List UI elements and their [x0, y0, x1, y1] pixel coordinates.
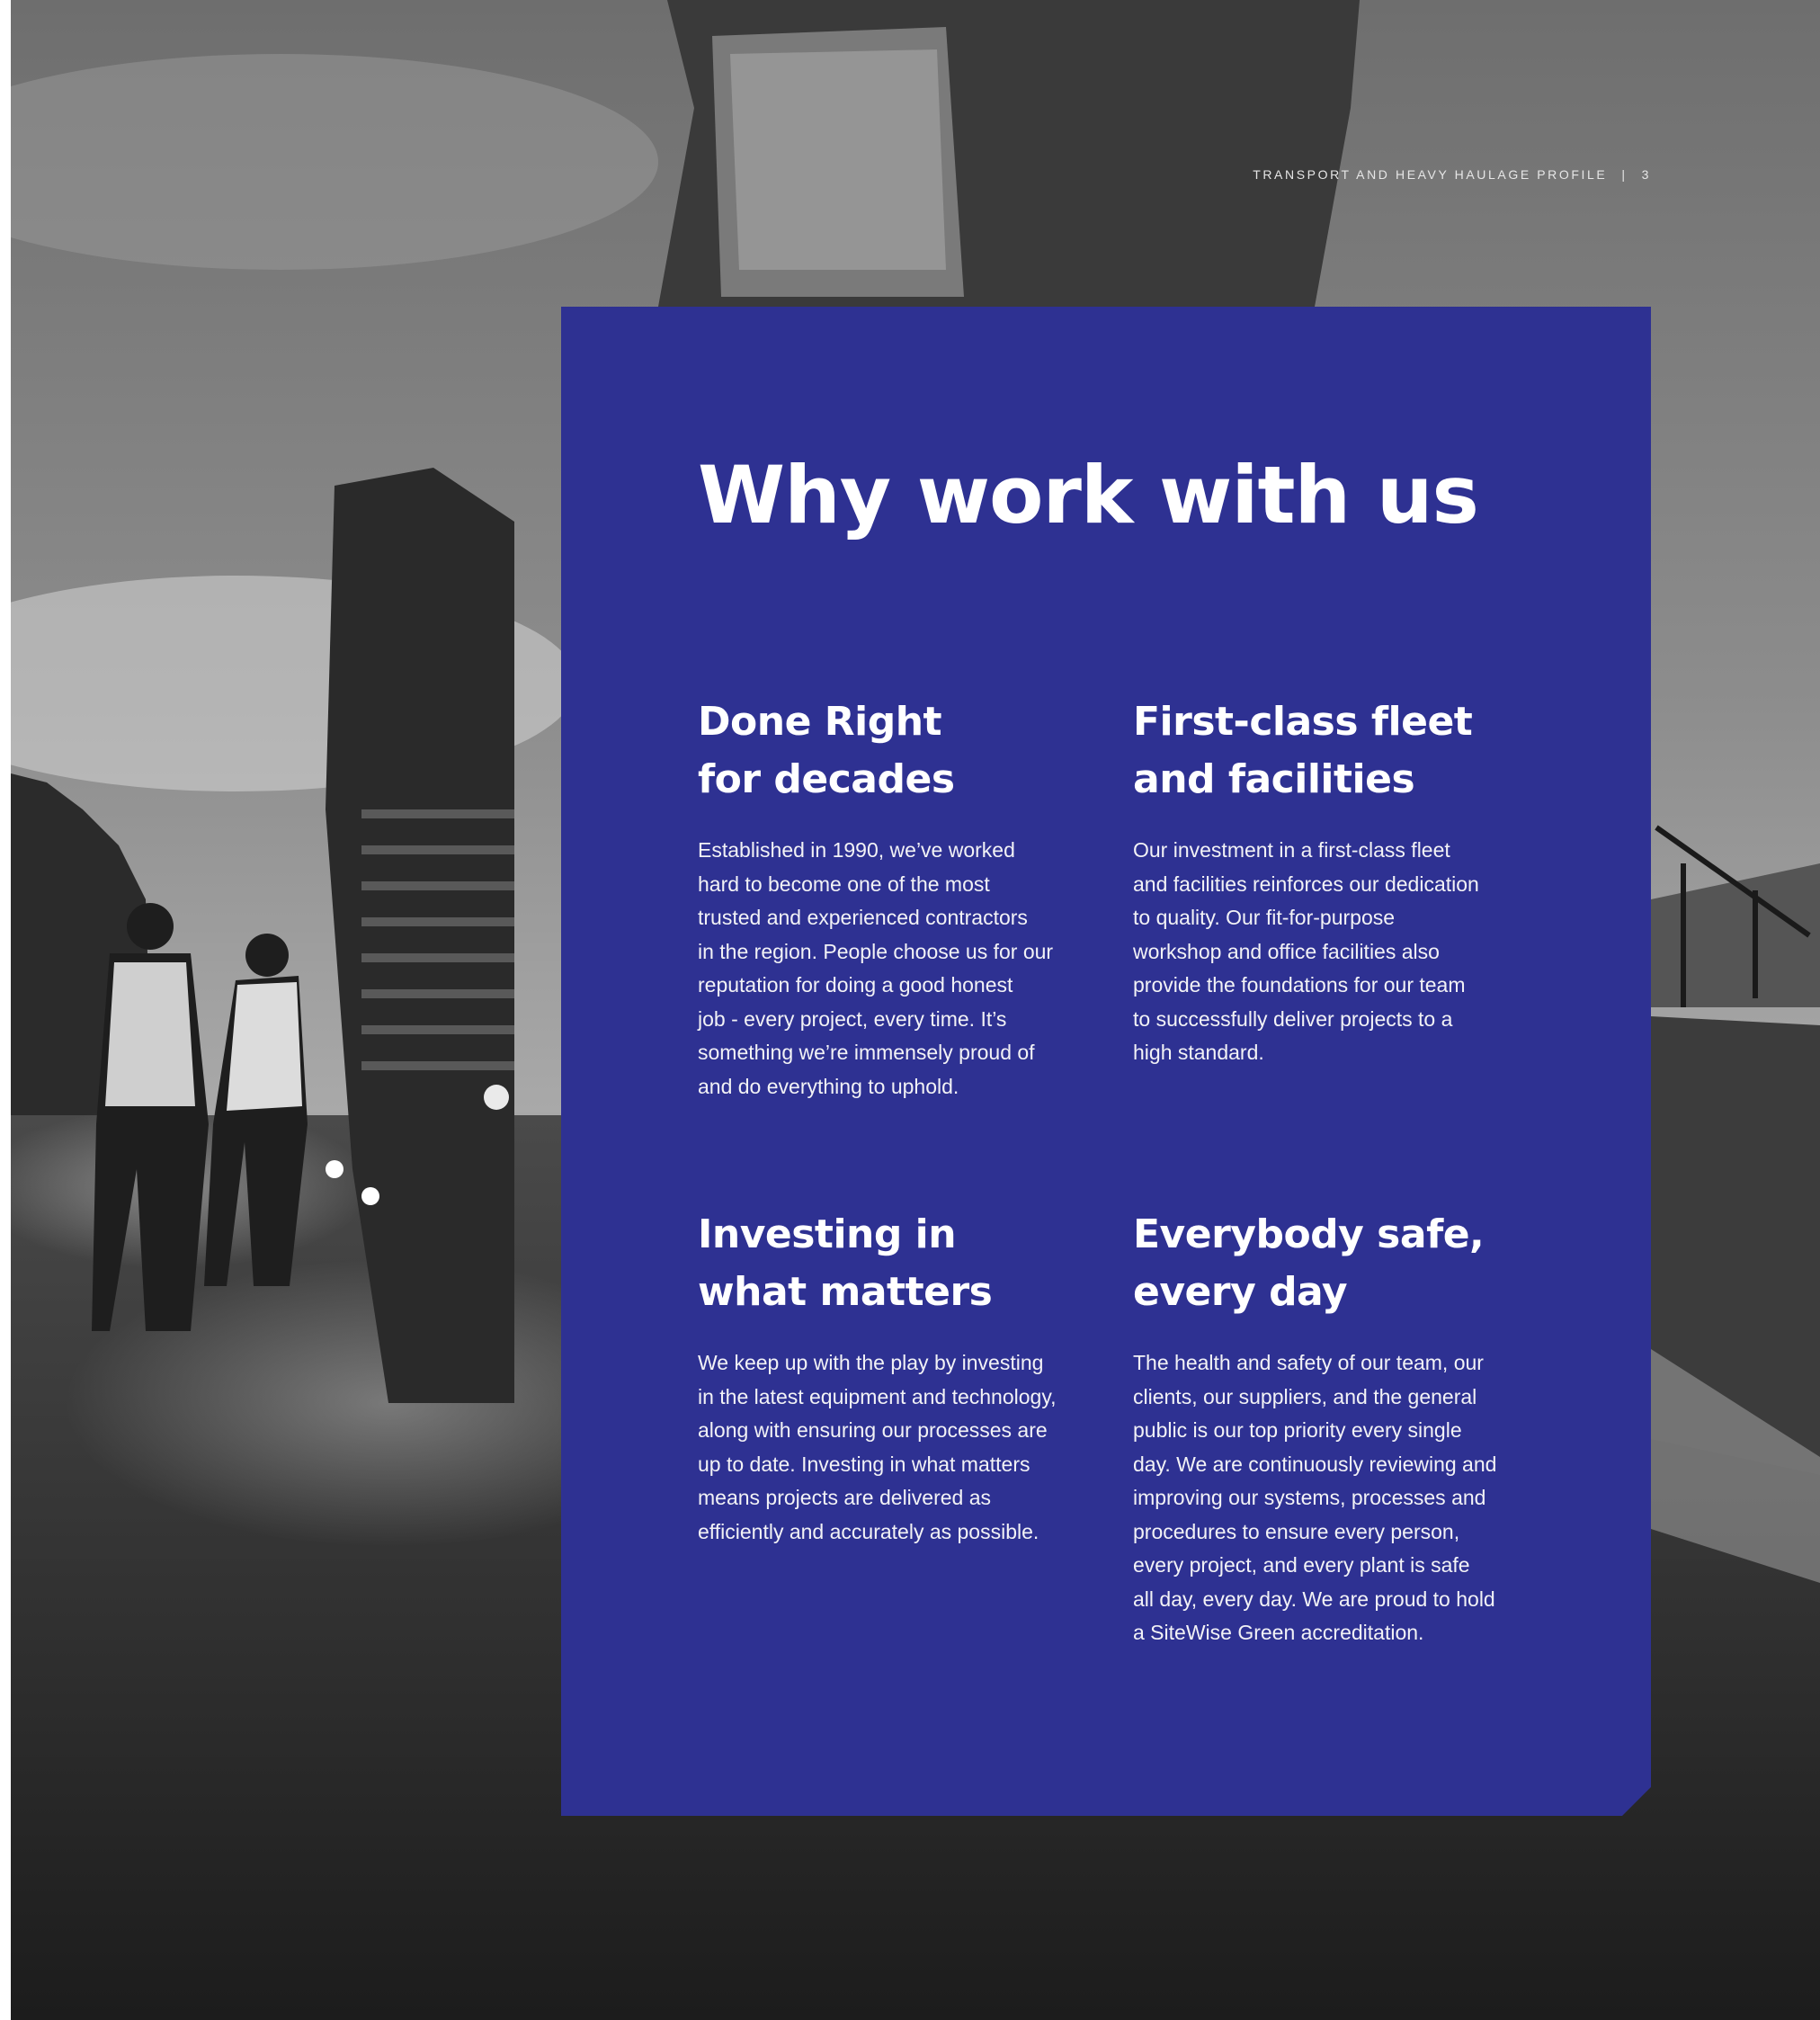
body-line: along with ensuring our processes are	[698, 1418, 1048, 1442]
body-line: and do everything to uphold.	[698, 1074, 959, 1098]
body-line: in the latest equipment and technology,	[698, 1384, 1057, 1408]
heading-line: for decades	[698, 756, 955, 802]
body-line: day. We are continuously reviewing and	[1133, 1452, 1497, 1476]
page-header: TRANSPORT AND HEAVY HAULAGE PROFILE | 3	[1253, 167, 1651, 182]
section-body: We keep up with the play by investing in…	[698, 1346, 1090, 1549]
body-line: every project, and every plant is safe	[1133, 1553, 1470, 1577]
section-first-class-fleet: First-class fleet and facilities Our inv…	[1133, 693, 1525, 1070]
body-line: reputation for doing a good honest	[698, 973, 1013, 997]
body-line: hard to become one of the most	[698, 871, 990, 896]
body-line: in the region. People choose us for our	[698, 939, 1054, 963]
heading-line: and facilities	[1133, 756, 1415, 802]
section-body: Established in 1990, we’ve worked hard t…	[698, 834, 1090, 1104]
heading-line: Investing in	[698, 1211, 957, 1257]
body-line: to successfully deliver projects to a	[1133, 1006, 1453, 1031]
content-panel: Why work with us Done Right for decades …	[561, 307, 1651, 1816]
body-line: a SiteWise Green accreditation.	[1133, 1621, 1424, 1644]
heading-line: Everybody safe,	[1133, 1211, 1485, 1257]
body-line: high standard.	[1133, 1041, 1264, 1064]
heading-line: First-class fleet	[1133, 699, 1473, 745]
page: TRANSPORT AND HEAVY HAULAGE PROFILE | 3 Wh…	[0, 0, 1820, 2020]
body-line: up to date. Investing in what matters	[698, 1452, 1030, 1476]
body-line: efficiently and accurately as possible.	[698, 1519, 1039, 1543]
body-line: Our investment in a first-class fleet	[1133, 838, 1450, 862]
body-line: workshop and office facilities also	[1133, 939, 1440, 963]
section-investing: Investing in what matters We keep up wit…	[698, 1206, 1090, 1549]
page-number: 3	[1641, 167, 1651, 182]
section-heading: Everybody safe, every day	[1133, 1206, 1525, 1321]
body-line: something we’re immensely proud of	[698, 1041, 1035, 1064]
body-line: improving our systems, processes and	[1133, 1486, 1486, 1509]
section-heading: Done Right for decades	[698, 693, 1090, 809]
body-line: The health and safety of our team, our	[1133, 1351, 1484, 1374]
section-everybody-safe: Everybody safe, every day The health and…	[1133, 1206, 1525, 1650]
body-line: means projects are delivered as	[698, 1486, 991, 1509]
heading-line: Done Right	[698, 699, 942, 745]
document-title: TRANSPORT AND HEAVY HAULAGE PROFILE	[1253, 167, 1608, 182]
page-margin	[0, 0, 11, 2020]
body-line: trusted and experienced contractors	[698, 906, 1028, 929]
section-body: Our investment in a first-class fleet an…	[1133, 834, 1525, 1070]
body-line: clients, our suppliers, and the general	[1133, 1384, 1477, 1408]
heading-line: every day	[1133, 1269, 1348, 1315]
section-done-right: Done Right for decades Established in 19…	[698, 693, 1090, 1104]
body-line: We keep up with the play by investing	[698, 1351, 1044, 1374]
body-line: job - every project, every time. It’s	[698, 1006, 1007, 1031]
heading-line: what matters	[698, 1269, 993, 1315]
header-separator: |	[1621, 167, 1628, 182]
page-title: Why work with us	[698, 449, 1479, 541]
body-line: all day, every day. We are proud to hold	[1133, 1587, 1495, 1611]
section-body: The health and safety of our team, our c…	[1133, 1346, 1525, 1650]
body-line: procedures to ensure every person,	[1133, 1519, 1460, 1543]
body-line: public is our top priority every single	[1133, 1418, 1462, 1442]
section-heading: Investing in what matters	[698, 1206, 1090, 1321]
body-line: provide the foundations for our team	[1133, 973, 1466, 997]
body-line: to quality. Our fit-for-purpose	[1133, 906, 1396, 929]
body-line: Established in 1990, we’ve worked	[698, 838, 1015, 862]
body-line: and facilities reinforces our dedication	[1133, 871, 1479, 896]
section-heading: First-class fleet and facilities	[1133, 693, 1525, 809]
